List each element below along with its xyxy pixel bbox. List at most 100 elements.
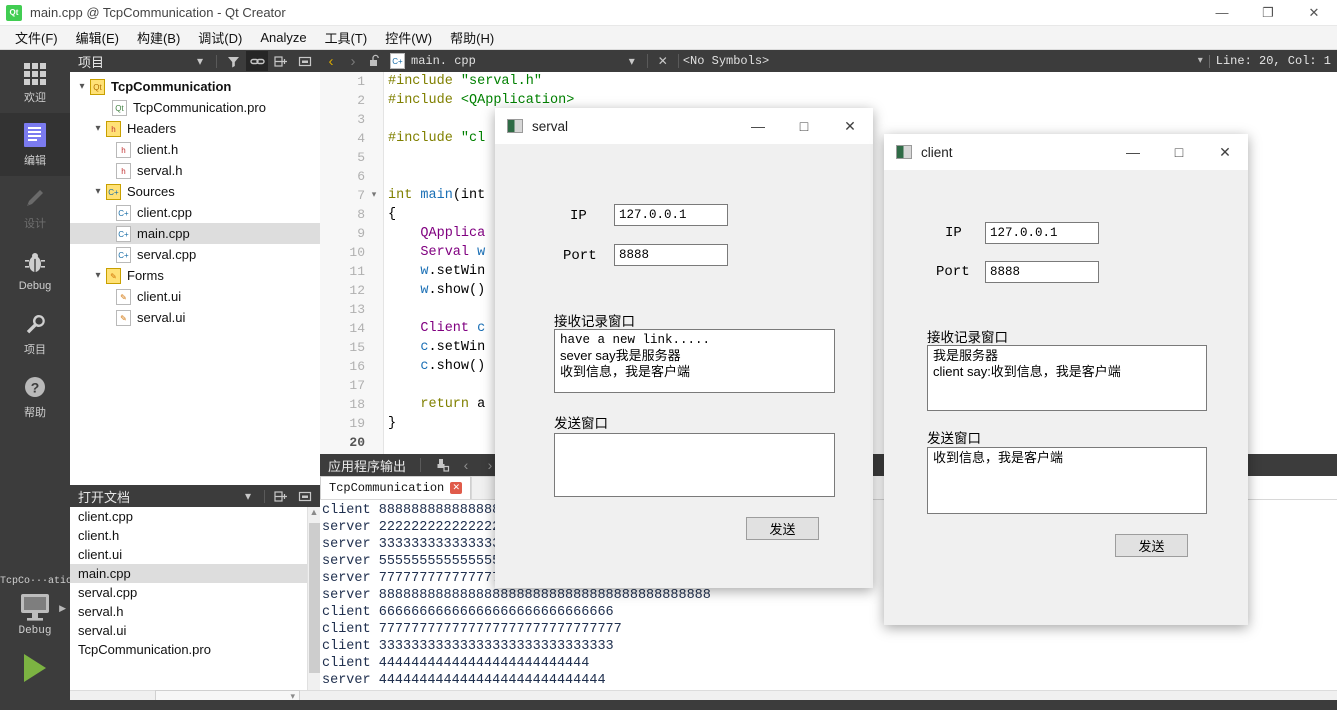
serval-port-input[interactable]: 8888 [614, 244, 728, 266]
serval-ip-input[interactable]: 127.0.0.1 [614, 204, 728, 226]
client-titlebar[interactable]: client — □ ✕ [884, 134, 1248, 170]
tree-item-client-h[interactable]: h client.h [70, 139, 320, 160]
tree-item-client-cpp[interactable]: C+ client.cpp [70, 202, 320, 223]
tree-item-label: client.ui [137, 289, 182, 304]
mode-button-welcome[interactable]: 欢迎 [0, 50, 70, 113]
log-text: 4444444444444444444444444444 [378, 673, 606, 688]
menu-window[interactable]: 控件(W) [376, 25, 441, 50]
menu-debug[interactable]: 调试(D) [189, 25, 251, 50]
open-documents-dropdown-icon[interactable]: ▾ [237, 486, 259, 506]
chevron-down-icon[interactable]: ▾ [90, 186, 106, 197]
editor-close-document-button[interactable]: ✕ [652, 50, 674, 72]
menu-edit[interactable]: 编辑(E) [67, 25, 128, 50]
client-ip-input[interactable]: 127.0.0.1 [985, 222, 1099, 244]
open-documents-scrollbar[interactable]: ▲ ▼ [307, 507, 320, 710]
serval-minimize-button[interactable]: — [735, 108, 781, 144]
log-source: server [322, 673, 371, 688]
window-minimize-button[interactable]: — [1199, 0, 1245, 26]
window-restore-button[interactable]: ❐ [1245, 0, 1291, 26]
chevron-down-icon[interactable]: ▾ [90, 270, 106, 281]
mode-button-projects[interactable]: 项目 [0, 302, 70, 365]
open-doc-pro[interactable]: TcpCommunication.pro [70, 640, 320, 659]
open-doc-client-h[interactable]: client.h [70, 526, 320, 545]
filter-icon[interactable] [222, 51, 244, 71]
chevron-down-icon[interactable]: ▾ [74, 81, 90, 92]
tree-item-headers[interactable]: ▾ h Headers [70, 118, 320, 139]
mode-button-help[interactable]: ? 帮助 [0, 365, 70, 428]
output-tab-tcpcommunication[interactable]: TcpCommunication ✕ [320, 476, 472, 499]
window-close-button[interactable]: ✕ [1291, 0, 1337, 26]
editor-symbol-selector[interactable]: <No Symbols> [683, 54, 769, 68]
tree-item-label: client.cpp [137, 205, 192, 220]
open-doc-main-cpp[interactable]: main.cpp [70, 564, 320, 583]
close-icon[interactable]: ✕ [450, 482, 463, 494]
editor-position-dropdown-icon[interactable]: ▾ [1198, 55, 1203, 67]
split-icon[interactable] [270, 486, 292, 506]
mode-button-design[interactable]: 设计 [0, 176, 70, 239]
serval-recv-textarea[interactable]: have a new link..... sever say我是服务器 收到信息… [554, 329, 835, 393]
fold-chevron-down-icon[interactable]: ▾ [368, 186, 380, 205]
editor-document-dropdown-icon[interactable]: ▾ [621, 50, 643, 72]
clear-icon[interactable] [431, 455, 453, 475]
client-window[interactable]: client — □ ✕ IP 127.0.0.1 Port 8888 接收记录… [884, 134, 1248, 625]
open-doc-client-ui[interactable]: client.ui [70, 545, 320, 564]
line-number: 15 [349, 340, 365, 355]
client-recv-textarea[interactable]: 我是服务器 client say:收到信息，我是客户端 [927, 345, 1207, 411]
serval-window[interactable]: serval — □ ✕ IP 127.0.0.1 Port 8888 接收记录… [495, 108, 873, 588]
chevron-down-icon[interactable]: ▾ [90, 123, 106, 134]
navigate-back-button[interactable]: ‹ [320, 50, 342, 72]
open-doc-serval-cpp[interactable]: serval.cpp [70, 583, 320, 602]
run-button[interactable] [0, 643, 70, 693]
menu-help[interactable]: 帮助(H) [441, 25, 503, 50]
collapse-icon[interactable] [294, 486, 316, 506]
client-port-input[interactable]: 8888 [985, 261, 1099, 283]
menu-tools[interactable]: 工具(T) [316, 25, 377, 50]
mode-button-debug[interactable]: Debug [0, 239, 70, 302]
mode-button-edit[interactable]: 编辑 [0, 113, 70, 176]
menu-build[interactable]: 构建(B) [128, 25, 189, 50]
code-token: w [477, 245, 486, 260]
client-send-textarea[interactable]: 收到信息，我是客户端 [927, 447, 1207, 514]
link-icon[interactable] [246, 51, 268, 71]
editor-document-selector[interactable]: C+ main. cpp [386, 53, 476, 69]
serval-send-button[interactable]: 发送 [746, 517, 819, 540]
menubar: 文件(F) 编辑(E) 构建(B) 调试(D) Analyze 工具(T) 控件… [0, 26, 1337, 50]
serval-titlebar[interactable]: serval — □ ✕ [495, 108, 873, 144]
tree-item-serval-cpp[interactable]: C+ serval.cpp [70, 244, 320, 265]
tree-item-serval-ui[interactable]: ✎ serval.ui [70, 307, 320, 328]
navigate-forward-button[interactable]: › [342, 50, 364, 72]
tree-item-forms[interactable]: ▾ ✎ Forms [70, 265, 320, 286]
kit-selector-label[interactable]: TcpCo···ation [0, 570, 78, 587]
open-doc-serval-h[interactable]: serval.h [70, 602, 320, 621]
collapse-icon[interactable] [294, 51, 316, 71]
serval-send-textarea[interactable] [554, 433, 835, 497]
tree-item-serval-h[interactable]: h serval.h [70, 160, 320, 181]
serval-maximize-button[interactable]: □ [781, 108, 827, 144]
menu-file[interactable]: 文件(F) [6, 25, 67, 50]
tree-item-pro-file[interactable]: Qt TcpCommunication.pro [70, 97, 320, 118]
scroll-up-arrow-icon[interactable]: ▲ [308, 507, 320, 521]
unlock-icon[interactable] [364, 50, 386, 72]
kit-selector-button[interactable]: ▶ [0, 587, 70, 629]
log-text: 66666666666666666666666666666 [378, 605, 614, 620]
serval-close-button[interactable]: ✕ [827, 108, 873, 144]
divider [264, 489, 265, 503]
client-minimize-button[interactable]: — [1110, 134, 1156, 170]
client-close-button[interactable]: ✕ [1202, 134, 1248, 170]
tree-item-project[interactable]: ▾ Qt TcpCommunication [70, 76, 320, 97]
menu-analyze[interactable]: Analyze [251, 27, 315, 48]
sources-folder-icon: C+ [106, 183, 121, 200]
project-pane-dropdown-icon[interactable]: ▾ [189, 51, 211, 71]
client-maximize-button[interactable]: □ [1156, 134, 1202, 170]
prev-icon[interactable]: ‹ [455, 455, 477, 475]
tree-item-label: client.h [137, 142, 179, 157]
tree-item-client-ui[interactable]: ✎ client.ui [70, 286, 320, 307]
split-icon[interactable] [270, 51, 292, 71]
tree-item-sources[interactable]: ▾ C+ Sources [70, 181, 320, 202]
client-send-button[interactable]: 发送 [1115, 534, 1188, 557]
tree-item-main-cpp[interactable]: C+ main.cpp [70, 223, 320, 244]
open-doc-client-cpp[interactable]: client.cpp [70, 507, 320, 526]
open-doc-serval-ui[interactable]: serval.ui [70, 621, 320, 640]
scrollbar-thumb[interactable] [309, 523, 320, 673]
